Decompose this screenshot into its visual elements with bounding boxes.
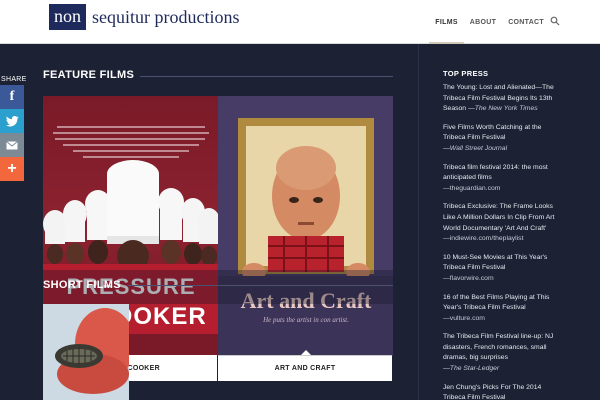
email-icon xyxy=(6,140,18,149)
site-logo[interactable]: non sequitur productions xyxy=(49,4,239,30)
facebook-share-button[interactable]: f xyxy=(0,85,24,109)
short-film-thumbnail[interactable] xyxy=(43,304,129,400)
press-item: 16 of the Best Films Playing at This Yea… xyxy=(443,293,563,325)
press-headline-link[interactable]: 16 of the Best Films Playing at This Yea… xyxy=(443,293,563,314)
press-headline-link[interactable]: Jen Chung's Picks For The 2014 Tribeca F… xyxy=(443,383,563,400)
nav-films[interactable]: FILMS xyxy=(429,0,464,44)
press-headline-link[interactable]: The Young: Lost and Alienated—The Tribec… xyxy=(443,83,563,115)
facebook-icon: f xyxy=(9,89,15,104)
feature-films-rule xyxy=(140,76,393,77)
top-press-list: The Young: Lost and Alienated—The Tribec… xyxy=(443,83,563,400)
press-headline-link[interactable]: Five Films Worth Catching at the Tribeca… xyxy=(443,123,563,144)
press-item: The Tribeca Film Festival line-up: NJ di… xyxy=(443,332,563,374)
top-press-heading: TOP PRESS xyxy=(443,69,489,78)
short-films-rule xyxy=(128,285,393,286)
feature-films-heading: FEATURE FILMS xyxy=(43,69,135,81)
press-source: —flavorwire.com xyxy=(443,274,494,282)
nav-about[interactable]: ABOUT xyxy=(464,0,502,44)
twitter-icon xyxy=(5,115,18,126)
press-item: Tribeca Exclusive: The Frame Looks Like … xyxy=(443,202,563,244)
press-item: Five Films Worth Catching at the Tribeca… xyxy=(443,123,563,155)
logo-boxed-text: non xyxy=(49,4,86,30)
press-source: —Wall Street Journal xyxy=(443,144,508,152)
more-share-button[interactable]: + xyxy=(0,157,24,181)
logo-text: sequitur productions xyxy=(92,7,240,27)
press-headline-link[interactable]: The Tribeca Film Festival line-up: NJ di… xyxy=(443,332,563,364)
plus-icon: + xyxy=(7,160,17,177)
main-nav: FILMS ABOUT CONTACT xyxy=(429,0,550,44)
email-share-button[interactable] xyxy=(0,133,24,157)
poster-tagline: He puts the artist in con artist. xyxy=(262,316,349,324)
press-headline-link[interactable]: Tribeca film festival 2014: the most ant… xyxy=(443,163,563,184)
nav-contact[interactable]: CONTACT xyxy=(502,0,550,44)
press-item: Jen Chung's Picks For The 2014 Tribeca F… xyxy=(443,383,563,400)
press-headline-link[interactable]: 10 Must-See Movies at This Year's Tribec… xyxy=(443,253,563,274)
search-icon[interactable] xyxy=(550,16,560,26)
press-item: 10 Must-See Movies at This Year's Tribec… xyxy=(443,253,563,285)
short-films-heading: SHORT FILMS xyxy=(43,279,121,291)
twitter-share-button[interactable] xyxy=(0,109,24,133)
press-item: Tribeca film festival 2014: the most ant… xyxy=(443,163,563,195)
press-source: —vulture.com xyxy=(443,314,485,322)
press-headline-link[interactable]: Tribeca Exclusive: The Frame Looks Like … xyxy=(443,202,563,234)
press-item: The Young: Lost and Alienated—The Tribec… xyxy=(443,83,563,115)
film-poster-art-and-craft[interactable]: Art and Craft He puts the artist in con … xyxy=(218,96,393,356)
art-and-craft-poster-art: Art and Craft He puts the artist in con … xyxy=(218,96,393,356)
sidebar-divider xyxy=(418,44,419,400)
press-source: —The Star-Ledger xyxy=(443,365,500,373)
film-caption-art-and-craft[interactable]: ART AND CRAFT xyxy=(218,355,392,381)
press-source: —indiewire.com/theplaylist xyxy=(443,235,524,243)
share-label: SHARE xyxy=(1,76,27,83)
press-source: —theguardian.com xyxy=(443,184,501,192)
short-film-art xyxy=(43,304,129,400)
site-header: non sequitur productions FILMS ABOUT CON… xyxy=(0,0,600,44)
